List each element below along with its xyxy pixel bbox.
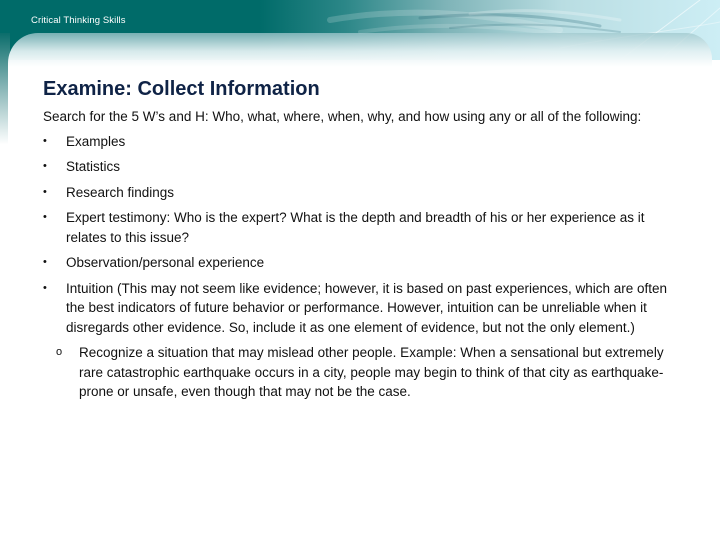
bullet-dot-icon: • <box>43 281 47 294</box>
list-item-text: Statistics <box>66 159 121 174</box>
presentation-title: Critical Thinking Skills <box>31 15 126 26</box>
slide-body: Search for the 5 W’s and H: Who, what, w… <box>43 107 683 408</box>
list-item-text: Observation/personal experience <box>66 255 265 270</box>
bullet-dot-icon: • <box>43 185 47 198</box>
list-item-text: Intuition (This may not seem like eviden… <box>66 280 668 335</box>
bullet-dot-icon: • <box>43 256 47 268</box>
list-item: • Statistics <box>43 157 683 177</box>
list-item-text: Expert testimony: Who is the expert? Wha… <box>66 210 645 245</box>
intro-text: Search for the 5 W’s and H: Who, what, w… <box>43 109 642 124</box>
list-item: • Research findings <box>43 183 683 203</box>
sub-list-item: o Recognize a situation that may mislead … <box>56 343 683 402</box>
slide-title: Examine: Collect Information <box>43 78 320 101</box>
bullet-dot-icon: • <box>43 160 47 172</box>
sub-list: o Recognize a situation that may mislead … <box>56 343 683 402</box>
list-item-text: Research findings <box>66 184 175 200</box>
hollow-circle-icon: o <box>56 346 63 358</box>
evidence-list: • Examples • Statistics • Research findings… <box>43 132 683 402</box>
list-item: • Expert testimony: Who is the expert? Wh… <box>43 208 683 247</box>
bullet-dot-icon: • <box>43 134 47 147</box>
bullet-dot-icon: • <box>43 211 47 223</box>
list-item-text: Examples <box>66 133 126 149</box>
sub-list-item-text: Recognize a situation that may mislead o… <box>79 345 664 399</box>
list-item: • Observation/personal experience <box>43 253 683 273</box>
list-item: • Intuition (This may not seem like evide… <box>43 279 683 402</box>
list-item: • Examples <box>43 132 683 152</box>
